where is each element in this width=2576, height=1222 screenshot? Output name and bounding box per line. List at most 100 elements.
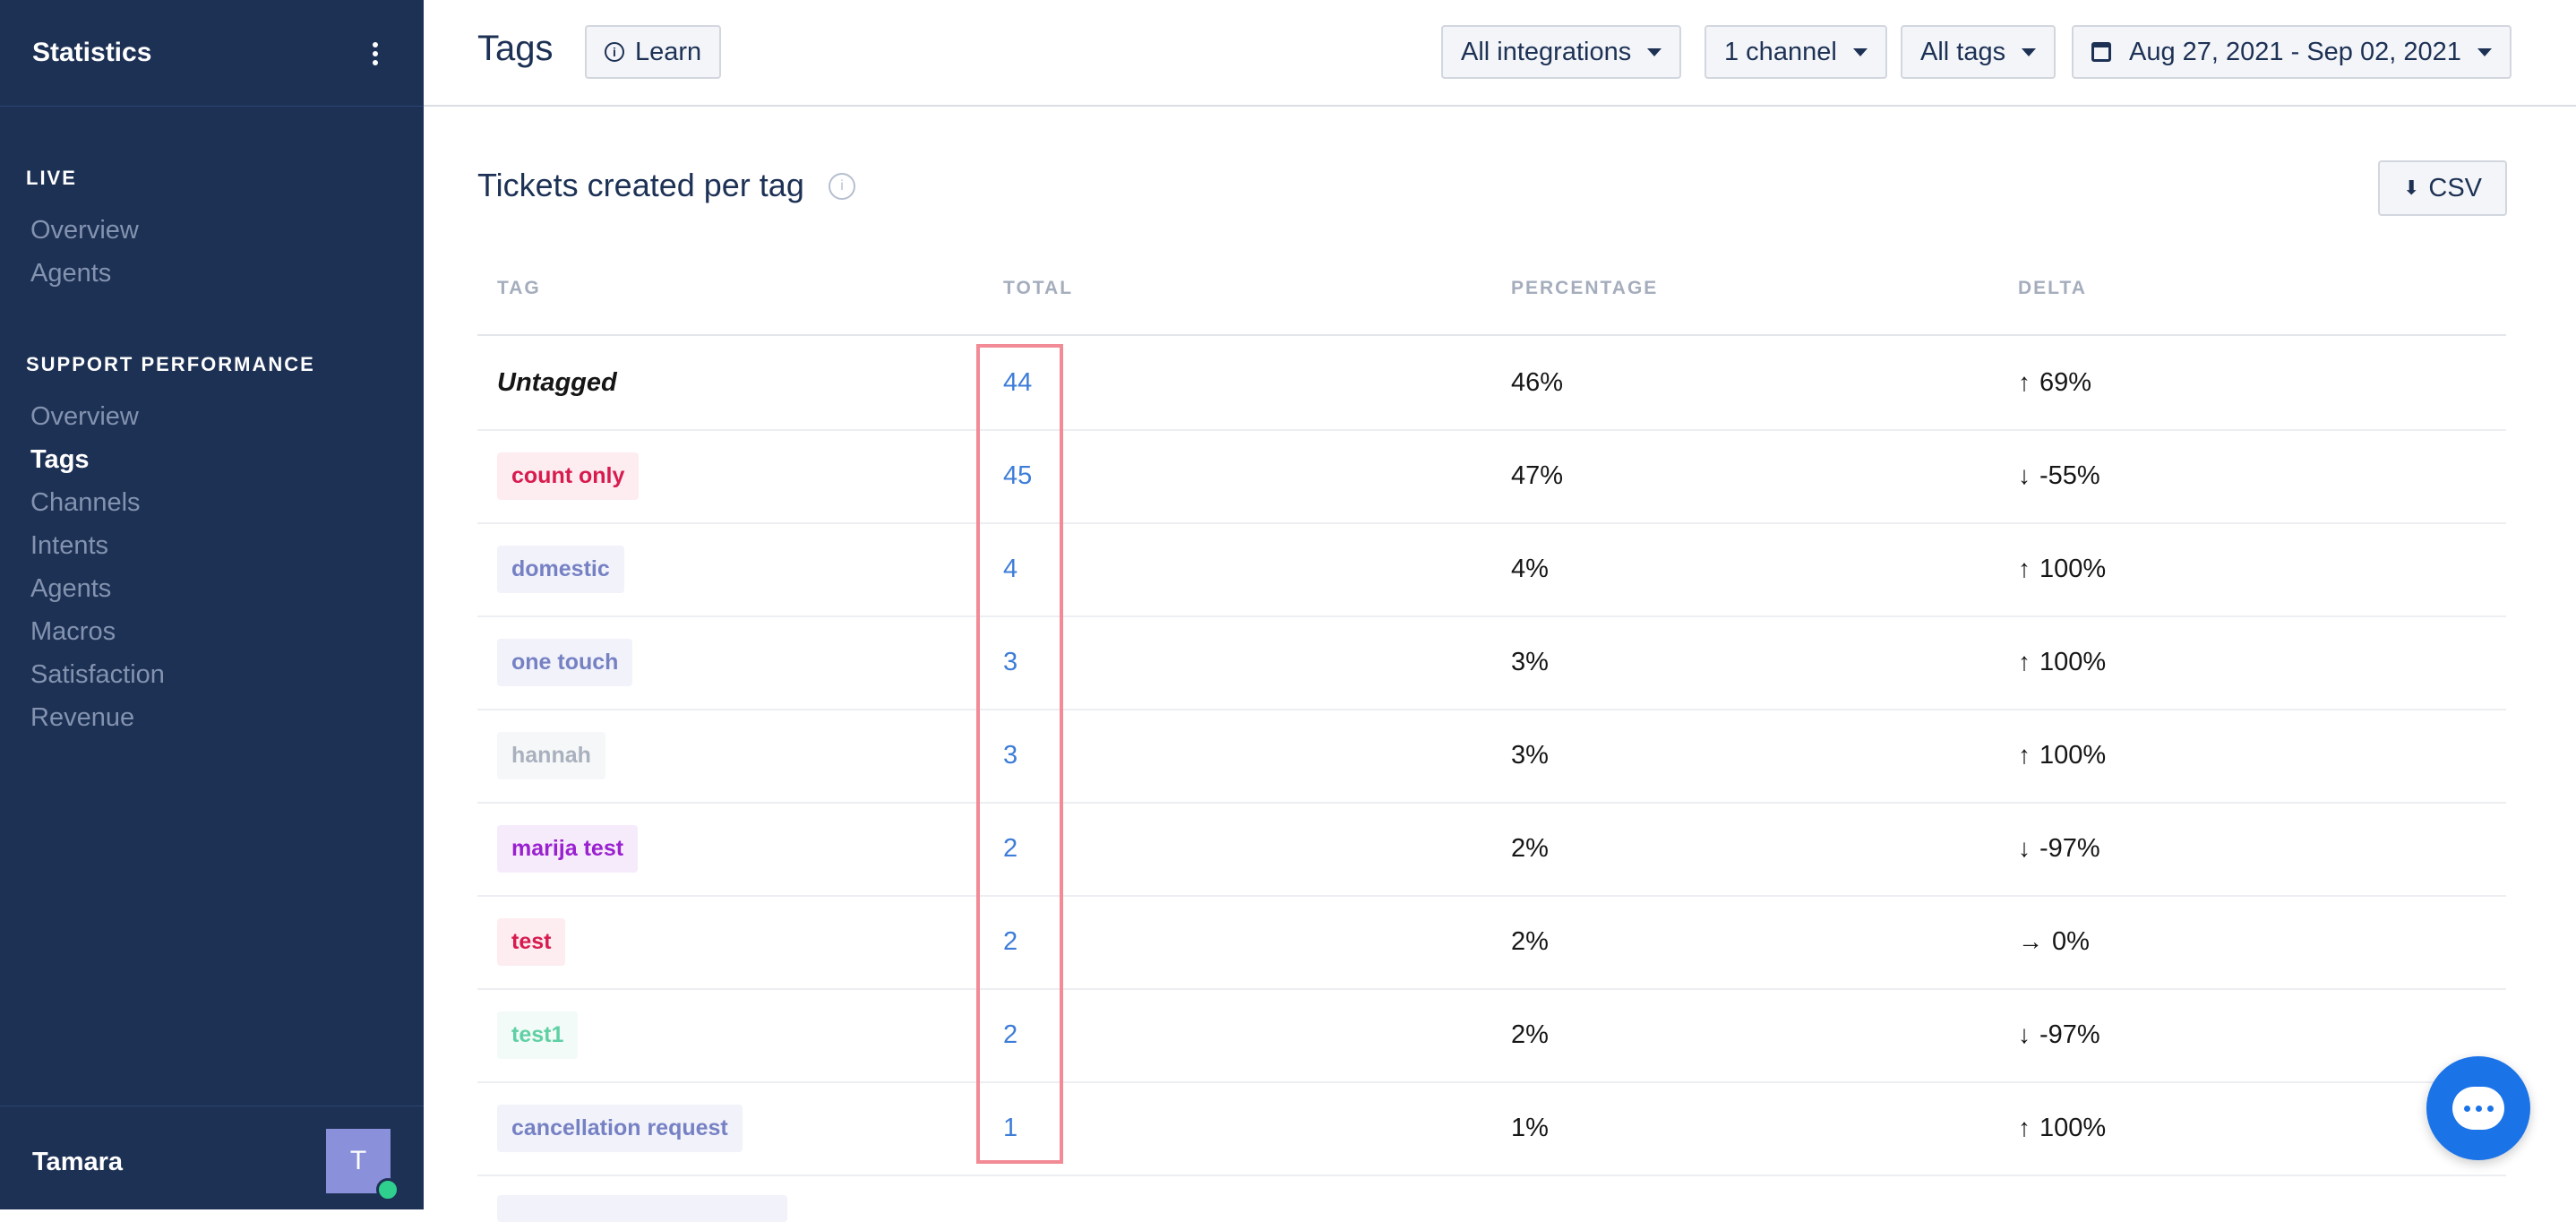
learn-button-label: Learn <box>635 37 702 66</box>
tag-cell: cancellation request <box>497 1081 743 1175</box>
percentage-cell: 4% <box>1511 522 1549 615</box>
arrow-down-icon: ↓ <box>2018 1020 2031 1048</box>
date-range-label: Aug 27, 2021 - Sep 02, 2021 <box>2129 37 2461 66</box>
arrow-up-icon: ↑ <box>2018 741 2031 769</box>
percentage-value: 2% <box>1511 1020 1549 1049</box>
tag-chip[interactable]: one touch <box>497 638 633 686</box>
chat-icon <box>2452 1087 2504 1130</box>
sidebar-item-intents[interactable]: Intents <box>30 531 108 561</box>
arrow-up-icon: ↑ <box>2018 648 2031 676</box>
table-row: one touch 3 3% ↑ 100% <box>477 615 2506 710</box>
percentage-value: 2% <box>1511 926 1549 956</box>
tag-chip[interactable]: count only <box>497 452 640 500</box>
caret-down-icon <box>1852 47 1868 56</box>
tag-chip[interactable]: test <box>497 917 566 966</box>
sidebar-footer: Tamara T <box>0 1106 424 1210</box>
column-header-tag[interactable]: TAG <box>497 278 541 299</box>
percentage-cell: 3% <box>1511 709 1549 802</box>
learn-button[interactable]: i Learn <box>585 25 722 79</box>
percentage-value: 4% <box>1511 554 1549 583</box>
delta-cell: ↑ 100% <box>2018 1081 2106 1175</box>
integrations-dropdown-label: All integrations <box>1461 37 1632 66</box>
sidebar-item-macros[interactable]: Macros <box>30 617 116 647</box>
table-row: test 2 2% → 0% <box>477 895 2506 990</box>
delta-cell: ↓ -55% <box>2018 429 2100 522</box>
percentage-value: 3% <box>1511 740 1549 770</box>
delta-value: -97% <box>2039 1020 2100 1049</box>
percentage-cell: 2% <box>1511 895 1549 988</box>
sidebar-item-live-agents[interactable]: Agents <box>30 259 111 288</box>
sidebar-item-overview[interactable]: Overview <box>30 402 139 432</box>
delta-value: 100% <box>2039 554 2107 583</box>
arrow-right-icon: → <box>2018 927 2043 955</box>
sidebar-title: Statistics <box>32 38 152 67</box>
tag-chip[interactable]: test1 <box>497 1011 579 1059</box>
percentage-cell: 2% <box>1511 802 1549 895</box>
delta-value: 69% <box>2039 367 2092 397</box>
sidebar: Statistics LIVE Overview Agents SUPPORT … <box>0 0 424 1209</box>
table-row: count only 45 47% ↓ -55% <box>477 429 2506 524</box>
tag-cell: test <box>497 895 566 988</box>
tags-dropdown[interactable]: All tags <box>1901 25 2057 79</box>
date-range-dropdown[interactable]: Aug 27, 2021 - Sep 02, 2021 <box>2072 25 2512 79</box>
delta-value: -97% <box>2039 833 2100 863</box>
delta-value: 0% <box>2052 926 2090 956</box>
delta-cell: ↑ 100% <box>2018 709 2106 802</box>
tag-cell: test1 <box>497 988 579 1081</box>
integrations-dropdown[interactable]: All integrations <box>1441 25 1682 79</box>
table-row: test1 2 2% ↓ -97% <box>477 988 2506 1083</box>
user-name[interactable]: Tamara <box>32 1148 123 1177</box>
column-header-percentage[interactable]: PERCENTAGE <box>1511 278 1658 299</box>
caret-down-icon <box>2022 47 2037 56</box>
section-support-performance-label: SUPPORT PERFORMANCE <box>26 353 315 375</box>
percentage-cell: 1% <box>1511 1081 1549 1175</box>
sidebar-item-revenue[interactable]: Revenue <box>30 703 134 733</box>
percentage-value: 2% <box>1511 833 1549 863</box>
column-header-delta[interactable]: DELTA <box>2018 278 2087 299</box>
sidebar-item-tags[interactable]: Tags <box>30 445 90 475</box>
channel-dropdown-label: 1 channel <box>1724 37 1837 66</box>
info-icon[interactable]: i <box>829 173 855 200</box>
sidebar-item-satisfaction[interactable]: Satisfaction <box>30 660 165 690</box>
percentage-cell: 47% <box>1511 429 1563 522</box>
arrow-up-icon: ↑ <box>2018 368 2031 396</box>
column-header-total[interactable]: TOTAL <box>1003 278 1073 299</box>
chat-button[interactable] <box>2426 1056 2530 1160</box>
percentage-value: 47% <box>1511 460 1564 490</box>
tags-dropdown-label: All tags <box>1920 37 2006 66</box>
card-title: Tickets created per tag <box>477 167 804 203</box>
arrow-up-icon: ↑ <box>2018 1114 2031 1141</box>
sidebar-item-live-overview[interactable]: Overview <box>30 216 139 245</box>
tag-chip[interactable]: domestic <box>497 545 624 593</box>
sidebar-item-agents[interactable]: Agents <box>30 574 111 604</box>
channel-dropdown[interactable]: 1 channel <box>1704 25 1887 79</box>
tag-chip[interactable]: marija test <box>497 824 639 873</box>
download-icon: ⬇ <box>2402 176 2420 199</box>
arrow-down-icon: ↓ <box>2018 834 2031 862</box>
tag-cell: domestic <box>497 522 624 615</box>
caret-down-icon <box>1647 47 1662 56</box>
table-row: domestic 4 4% ↑ 100% <box>477 522 2506 617</box>
total-column-highlight <box>976 344 1063 1164</box>
tag-chip[interactable]: hannah <box>497 731 605 779</box>
delta-cell: ↑ 100% <box>2018 522 2106 615</box>
arrow-up-icon: ↑ <box>2018 555 2031 582</box>
delta-cell: ↑ 69% <box>2018 336 2091 429</box>
percentage-value: 3% <box>1511 647 1549 676</box>
caret-down-icon <box>2477 47 2492 56</box>
tag-chip[interactable]: cancellation request <box>497 1104 743 1152</box>
csv-download-button[interactable]: ⬇ CSV <box>2378 160 2507 216</box>
page-title: Tags <box>477 29 554 68</box>
calendar-icon <box>2091 42 2111 62</box>
tag-cell: count only <box>497 429 640 522</box>
section-live-label: LIVE <box>26 167 77 189</box>
percentage-value: 1% <box>1511 1113 1549 1142</box>
csv-button-label: CSV <box>2428 173 2483 202</box>
topbar: Tags i Learn All integrations 1 channel … <box>424 0 2576 107</box>
percentage-cell: 2% <box>1511 988 1549 1081</box>
tag-cell: one touch <box>497 615 633 709</box>
arrow-down-icon: ↓ <box>2018 461 2031 489</box>
more-options-icon[interactable] <box>362 39 389 70</box>
sidebar-item-channels[interactable]: Channels <box>30 488 141 518</box>
delta-cell: ↓ -97% <box>2018 802 2100 895</box>
